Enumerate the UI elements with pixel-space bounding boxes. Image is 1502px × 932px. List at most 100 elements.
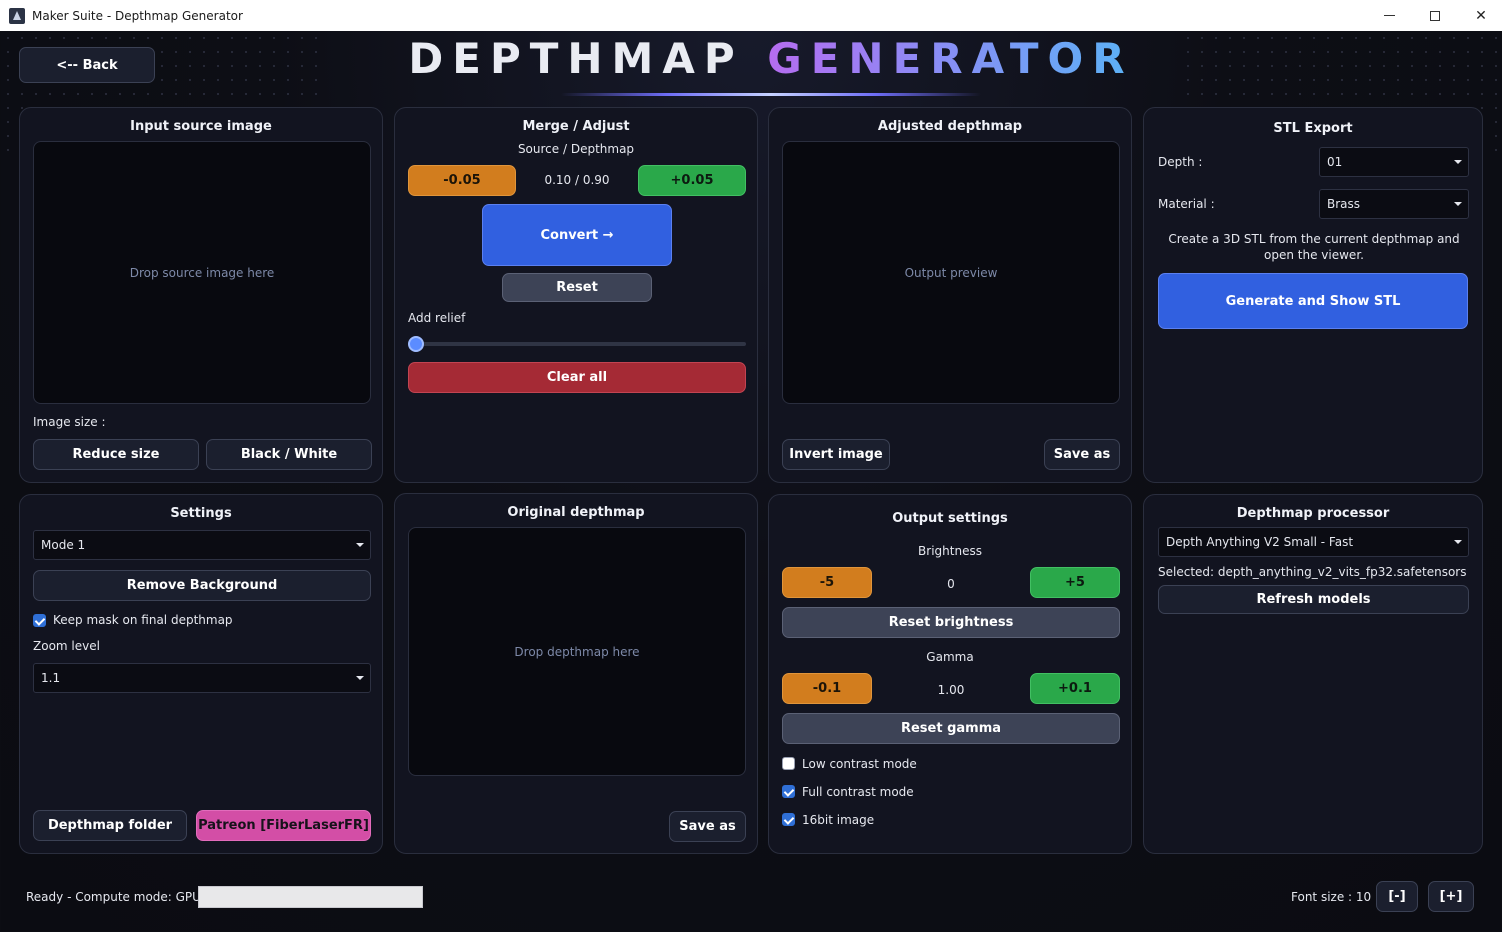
model-select-value: Depth Anything V2 Small - Fast [1166,535,1354,549]
keep-mask-checkbox[interactable] [33,614,46,627]
progress-bar [198,886,423,908]
black-white-button[interactable]: Black / White [206,439,372,470]
material-select-value: Brass [1327,197,1361,211]
clear-all-button[interactable]: Clear all [408,362,746,393]
gamma-increase-button[interactable]: +0.1 [1030,673,1120,704]
merge-subtitle: Source / Depthmap [517,142,635,156]
stl-description: Create a 3D STL from the current depthma… [1168,232,1460,262]
original-panel-title: Original depthmap [507,505,645,520]
header-title-word1: DEPTHMAP [408,34,744,83]
merge-adjust-panel: Merge / Adjust Source / Depthmap -0.05 0… [394,107,758,483]
low-contrast-checkbox[interactable] [782,757,795,770]
save-original-button[interactable]: Save as [669,811,746,842]
header-title-word2: GENERATOR [767,34,1134,83]
source-dropzone-text: Drop source image here [129,265,275,280]
chevron-down-icon [356,676,364,680]
font-size-label: Font size : 10 [1291,890,1372,904]
brightness-label: Brightness [918,544,982,558]
16bit-image-label: 16bit image [802,813,875,827]
low-contrast-label: Low contrast mode [802,757,917,771]
reduce-size-button[interactable]: Reduce size [33,439,199,470]
original-depthmap-panel: Original depthmap Drop depthmap here Sav… [394,493,758,854]
depth-select-value: 01 [1327,155,1343,169]
input-source-panel: Input source image Drop source image her… [19,107,383,483]
depth-select[interactable]: 01 [1319,147,1469,177]
depthmap-processor-panel: Depthmap processor Depth Anything V2 Sma… [1143,494,1483,854]
depth-label: Depth : [1158,155,1203,169]
patreon-button[interactable]: Patreon [FiberLaserFR] [196,810,371,841]
brightness-decrease-button[interactable]: -5 [782,567,872,598]
mode-select[interactable]: Mode 1 [33,530,371,560]
chevron-down-icon [1454,540,1462,544]
gamma-value: 1.00 [937,683,965,697]
merge-decrease-button[interactable]: -0.05 [408,165,516,196]
settings-panel-title: Settings [170,506,232,521]
processor-panel-title: Depthmap processor [1236,506,1390,521]
brightness-value: 0 [947,577,955,591]
invert-image-button[interactable]: Invert image [782,439,890,470]
close-icon: ✕ [1475,7,1487,24]
convert-button[interactable]: Convert → [482,204,672,266]
generate-stl-button[interactable]: Generate and Show STL [1158,273,1468,329]
selected-model-text: Selected: depth_anything_v2_vits_fp32.sa… [1158,565,1467,579]
maximize-icon [1430,10,1440,21]
merge-panel-title: Merge / Adjust [522,119,630,134]
window-title: Maker Suite - Depthmap Generator [32,8,243,23]
merge-increase-button[interactable]: +0.05 [638,165,746,196]
mode-select-value: Mode 1 [41,538,86,552]
keep-mask-label: Keep mask on final depthmap [53,613,233,627]
refresh-models-button[interactable]: Refresh models [1158,585,1469,614]
depthmap-dropzone-text: Drop depthmap here [514,644,640,659]
close-window-button[interactable]: ✕ [1458,0,1502,31]
maximize-button[interactable] [1412,0,1458,31]
chevron-down-icon [356,543,364,547]
stl-export-panel: STL Export Depth : 01 Material : Brass C… [1143,107,1483,483]
output-preview-text: Output preview [904,265,998,280]
reset-merge-button[interactable]: Reset [502,273,652,302]
16bit-image-checkbox[interactable] [782,813,795,826]
brightness-increase-button[interactable]: +5 [1030,567,1120,598]
output-settings-title: Output settings [892,511,1008,526]
minimize-button[interactable] [1366,0,1412,31]
gamma-label: Gamma [926,650,974,664]
full-contrast-label: Full contrast mode [802,785,914,799]
adjusted-panel-title: Adjusted depthmap [877,119,1023,134]
zoom-level-select[interactable]: 1.1 [33,663,371,693]
remove-background-button[interactable]: Remove Background [33,570,371,601]
depthmap-dropzone[interactable]: Drop depthmap here [408,527,746,776]
gamma-decrease-button[interactable]: -0.1 [782,673,872,704]
stl-panel-title: STL Export [1273,121,1353,136]
chevron-down-icon [1454,202,1462,206]
settings-panel: Settings Mode 1 Remove Background Keep m… [19,494,383,854]
merge-ratio-value: 0.10 / 0.90 [544,173,610,187]
status-text: Ready - Compute mode: GPU [26,890,201,904]
minimize-icon [1383,15,1395,16]
save-adjusted-button[interactable]: Save as [1044,439,1120,470]
font-decrease-button[interactable]: [-] [1376,881,1418,912]
app-header-title: DEPTHMAP GENERATOR [301,33,1241,85]
image-size-label: Image size : [33,415,106,429]
reset-gamma-button[interactable]: Reset gamma [782,713,1120,744]
input-panel-title: Input source image [130,119,272,134]
app-window: <-- Back DEPTHMAP GENERATOR Input source… [1,31,1501,931]
source-image-dropzone[interactable]: Drop source image here [33,141,371,404]
relief-slider-handle[interactable] [408,336,424,352]
add-relief-label: Add relief [408,311,466,325]
model-select[interactable]: Depth Anything V2 Small - Fast [1158,527,1469,557]
depthmap-folder-button[interactable]: Depthmap folder [33,810,187,841]
reset-brightness-button[interactable]: Reset brightness [782,607,1120,638]
header-glow-divider [561,93,981,96]
chevron-down-icon [1454,160,1462,164]
relief-slider-track[interactable] [408,342,746,346]
window-titlebar: Maker Suite - Depthmap Generator ✕ [0,0,1502,31]
zoom-level-label: Zoom level [33,639,100,653]
output-preview-area: Output preview [782,141,1120,404]
full-contrast-checkbox[interactable] [782,785,795,798]
font-increase-button[interactable]: [+] [1428,881,1474,912]
output-settings-panel: Output settings Brightness -5 0 +5 Reset… [768,494,1132,854]
material-select[interactable]: Brass [1319,189,1469,219]
zoom-select-value: 1.1 [41,671,61,685]
back-button[interactable]: <-- Back [19,47,155,83]
material-label: Material : [1158,197,1215,211]
app-logo-icon [9,7,25,24]
